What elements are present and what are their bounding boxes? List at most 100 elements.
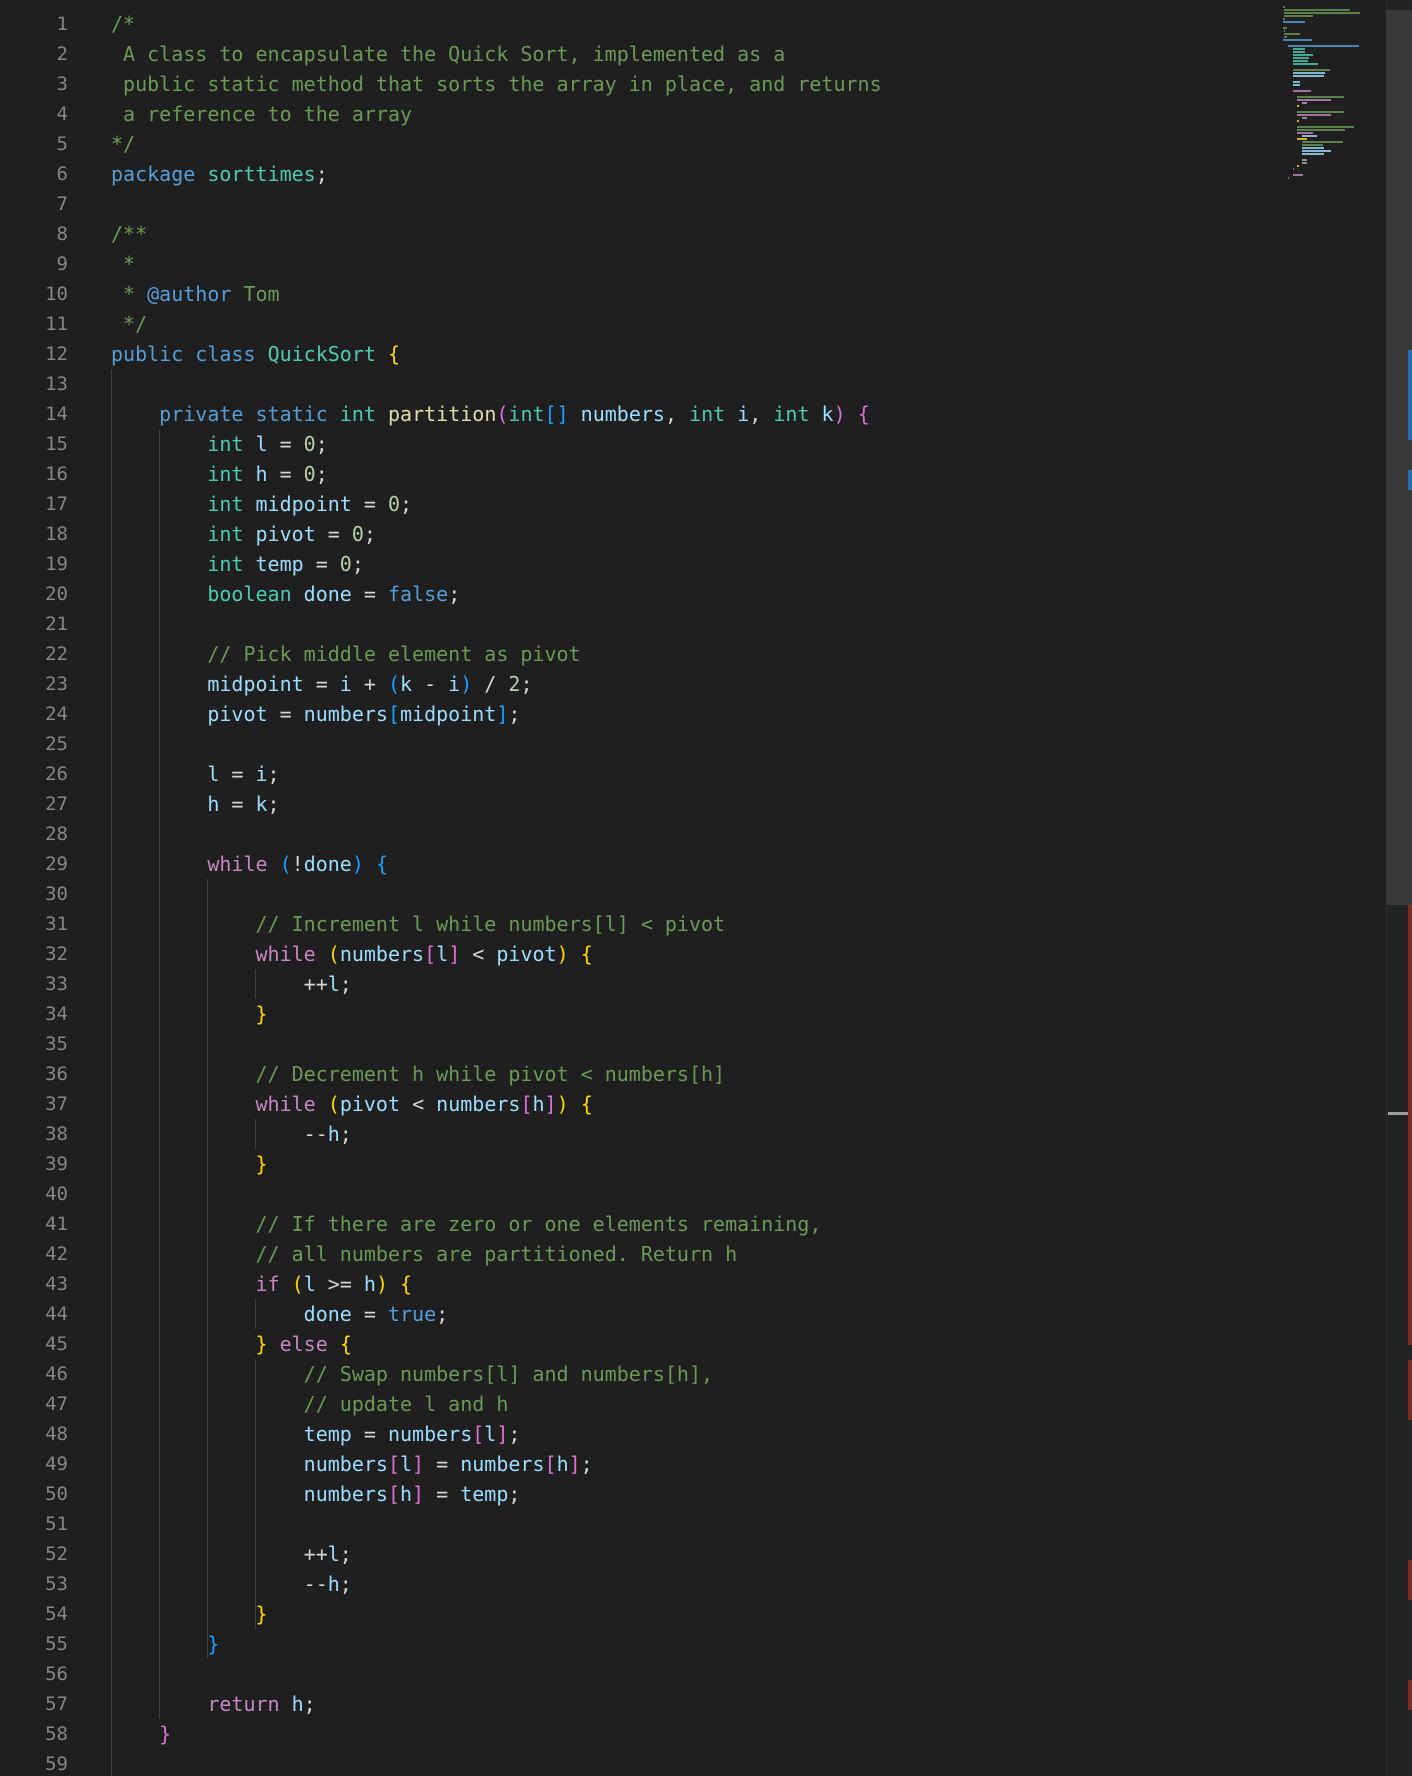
code-line[interactable]: done = true; (111, 1299, 1292, 1329)
token-punctuation: , (749, 402, 774, 426)
token-bracket: } (255, 1602, 268, 1626)
code-line[interactable] (111, 1659, 1292, 1689)
code-line[interactable] (111, 1509, 1292, 1539)
code-line[interactable]: h = k; (111, 789, 1292, 819)
code-line[interactable]: pivot = numbers[midpoint]; (111, 699, 1292, 729)
code-line[interactable] (111, 609, 1292, 639)
code-line[interactable] (111, 879, 1292, 909)
code-line[interactable]: --h; (111, 1119, 1292, 1149)
minimap-line (1287, 177, 1289, 179)
code-line[interactable]: return h; (111, 1689, 1292, 1719)
token-punctuation: -- (303, 1572, 328, 1596)
code-line[interactable] (111, 189, 1292, 219)
code-line[interactable]: } (111, 1629, 1292, 1659)
code-line[interactable]: */ (111, 309, 1292, 339)
code-line[interactable]: } else { (111, 1329, 1292, 1359)
token-comment: // Increment l while numbers[l] < pivot (255, 912, 726, 936)
code-line[interactable]: int temp = 0; (111, 549, 1292, 579)
token-identifier: pivot (207, 702, 268, 726)
code-line[interactable]: if (l >= h) { (111, 1269, 1292, 1299)
code-line[interactable]: ++l; (111, 1539, 1292, 1569)
code-line[interactable]: l = i; (111, 759, 1292, 789)
code-line[interactable]: numbers[h] = temp; (111, 1479, 1292, 1509)
token-identifier: numbers (387, 1422, 473, 1446)
overview-ruler-marker (1408, 1360, 1412, 1420)
line-number: 6 (56, 163, 68, 185)
token-punctuation (183, 342, 195, 366)
token-bracket: ( (327, 942, 340, 966)
token-identifier: l (255, 432, 268, 456)
code-line[interactable]: // Decrement h while pivot < numbers[h] (111, 1059, 1292, 1089)
code-line[interactable] (111, 1029, 1292, 1059)
line-number: 48 (45, 1423, 68, 1445)
code-line[interactable]: int midpoint = 0; (111, 489, 1292, 519)
code-line[interactable]: ++l; (111, 969, 1292, 999)
code-line[interactable]: int pivot = 0; (111, 519, 1292, 549)
code-line[interactable]: } (111, 999, 1292, 1029)
token-identifier: k (255, 792, 268, 816)
minimap-line (1297, 132, 1313, 134)
code-line[interactable]: // If there are zero or one elements rem… (111, 1209, 1292, 1239)
code-line[interactable]: /** (111, 219, 1292, 249)
token-punctuation (111, 402, 159, 426)
code-line[interactable]: private static int partition(int[] numbe… (111, 399, 1292, 429)
token-punctuation (328, 1332, 340, 1356)
code-area[interactable]: /* A class to encapsulate the Quick Sort… (111, 9, 1292, 1776)
minimap-line (1292, 84, 1300, 86)
token-bracket: { (387, 342, 401, 366)
code-line[interactable]: /* (111, 9, 1292, 39)
indent-guide (255, 1119, 256, 1149)
code-line[interactable]: // update l and h (111, 1389, 1292, 1419)
code-line[interactable]: // all numbers are partitioned. Return h (111, 1239, 1292, 1269)
code-line[interactable]: // Increment l while numbers[l] < pivot (111, 909, 1292, 939)
line-number: 13 (45, 373, 68, 395)
code-line[interactable]: // Swap numbers[l] and numbers[h], (111, 1359, 1292, 1389)
vertical-scrollbar-thumb[interactable] (1386, 10, 1412, 905)
line-number: 1 (56, 13, 68, 35)
minimap-line (1297, 126, 1354, 128)
code-line[interactable]: while (pivot < numbers[h]) { (111, 1089, 1292, 1119)
code-line[interactable]: public static method that sorts the arra… (111, 69, 1292, 99)
code-line[interactable] (111, 1179, 1292, 1209)
token-punctuation: = (267, 702, 304, 726)
code-line[interactable]: } (111, 1599, 1292, 1629)
code-line[interactable]: temp = numbers[l]; (111, 1419, 1292, 1449)
code-line[interactable]: * (111, 249, 1292, 279)
code-line[interactable]: // Pick middle element as pivot (111, 639, 1292, 669)
token-keyword: false (387, 582, 449, 606)
token-type: int (508, 402, 545, 426)
token-punctuation (376, 402, 388, 426)
line-number: 47 (45, 1393, 68, 1415)
token-identifier: h (291, 1692, 304, 1716)
token-punctuation: ; (508, 702, 521, 726)
code-line[interactable]: boolean done = false; (111, 579, 1292, 609)
code-line[interactable]: int h = 0; (111, 459, 1292, 489)
code-line[interactable]: while (!done) { (111, 849, 1292, 879)
code-line[interactable]: numbers[l] = numbers[h]; (111, 1449, 1292, 1479)
code-line[interactable] (111, 819, 1292, 849)
code-line[interactable]: } (111, 1719, 1292, 1749)
line-number: 27 (45, 793, 68, 815)
token-bracket: { (375, 852, 388, 876)
token-punctuation: ; (436, 1302, 449, 1326)
code-line[interactable] (111, 729, 1292, 759)
code-line[interactable]: } (111, 1149, 1292, 1179)
code-line[interactable]: */ (111, 129, 1292, 159)
minimap[interactable] (1283, 6, 1373, 179)
code-editor[interactable]: 1 2 3 4 5 6 7 8 9 10 11 12 13 14 15 16 17 18 19 20 21 22 23 24 2… (0, 0, 1412, 1776)
code-line[interactable]: a reference to the array (111, 99, 1292, 129)
code-line[interactable]: A class to encapsulate the Quick Sort, i… (111, 39, 1292, 69)
code-line[interactable]: * @author Tom (111, 279, 1292, 309)
minimap-line (1297, 165, 1299, 167)
code-line[interactable]: int l = 0; (111, 429, 1292, 459)
code-line[interactable]: package sorttimes; (111, 159, 1292, 189)
code-line[interactable]: --h; (111, 1569, 1292, 1599)
minimap-line (1284, 33, 1300, 35)
code-line[interactable]: public class QuickSort { (111, 339, 1292, 369)
code-line[interactable] (111, 369, 1292, 399)
code-line[interactable]: while (numbers[l] < pivot) { (111, 939, 1292, 969)
token-comment: * (111, 252, 136, 276)
token-punctuation (111, 1212, 256, 1236)
code-line[interactable]: midpoint = i + (k - i) / 2; (111, 669, 1292, 699)
code-line[interactable] (111, 1749, 1292, 1776)
